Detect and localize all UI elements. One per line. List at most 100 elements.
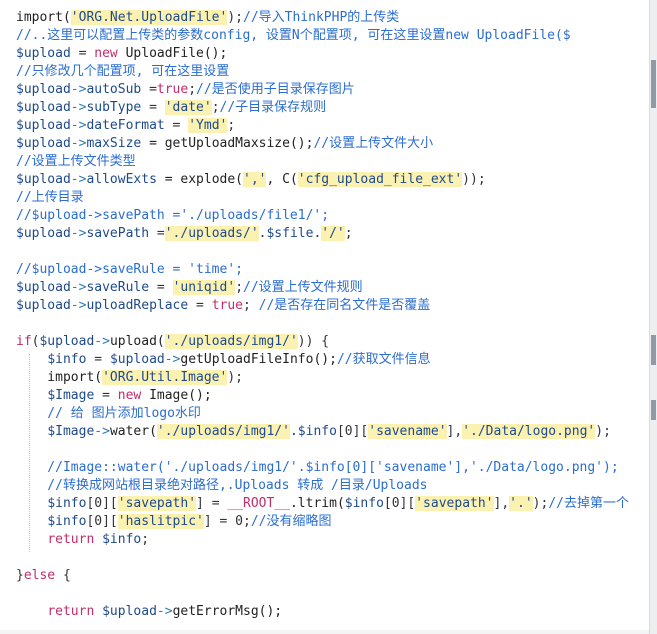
code-token: getErrorMsg(); (172, 604, 283, 619)
code-line[interactable]: //设置上传文件类型 (16, 153, 629, 171)
code-line[interactable]: $info[0]['savepath'] = __ROOT__.ltrim($i… (16, 495, 629, 513)
code-token: -> (70, 82, 87, 97)
code-token: ], (493, 496, 510, 511)
code-token: new (94, 46, 118, 61)
code-line[interactable]: $upload->autoSub =true;//是否使用子目录保存图片 (16, 81, 629, 99)
code-token: //设置上传文件类型 (16, 154, 136, 169)
code-line[interactable]: import('ORG.Net.UploadFile');//导入ThinkPH… (16, 9, 629, 27)
code-token: uploadReplace (86, 298, 189, 313)
code-line[interactable]: $upload->maxSize = getUploadMaxsize();//… (16, 135, 629, 153)
code-token: //..这里可以配置上传类的参数config, 设置N个配置项, 可在这里设置n… (16, 28, 571, 43)
code-token: = getUploadMaxsize(); (141, 136, 314, 151)
code-token: ); (595, 424, 611, 439)
code-line[interactable]: return $upload->getErrorMsg(); (16, 603, 629, 621)
code-token: //只修改几个配置项, 可在这里设置 (16, 64, 230, 79)
code-token: $info (344, 496, 384, 511)
code-line[interactable]: $upload->dateFormat = 'Ymd'; (16, 117, 629, 135)
code-line[interactable]: //$upload->savePath ='./uploads/file1/'; (16, 207, 629, 225)
code-token: ] = (196, 496, 228, 511)
code-token: $upload (16, 100, 71, 115)
code-token: //没有缩略图 (250, 514, 332, 529)
code-line[interactable]: $upload = new UploadFile(); (16, 45, 629, 63)
code-line[interactable]: $Image = new Image(); (16, 387, 629, 405)
code-token: $upload (16, 298, 71, 313)
code-token: //导入ThinkPHP的上传类 (243, 10, 400, 25)
code-token: 'savename' (368, 424, 447, 439)
code-line[interactable]: $upload->subType = 'date';//子目录保存规则 (16, 99, 629, 117)
code-line[interactable]: $info[0]['haslitpic'] = 0;//没有缩略图 (16, 513, 629, 531)
code-token: //是否使用子目录保存图片 (196, 82, 355, 97)
code-token: ); (532, 496, 549, 511)
code-line[interactable] (16, 441, 629, 459)
code-token: $info (102, 532, 142, 547)
code-line[interactable]: $info = $upload->getUploadFileInfo();//获… (16, 351, 629, 369)
code-line[interactable] (16, 585, 629, 603)
code-token: return (47, 604, 95, 619)
code-token: ; (188, 82, 197, 97)
code-token: new (117, 388, 142, 403)
code-line[interactable]: //转换成网站根目录绝对路径,.Uploads 转成 /目录/Uploads (16, 477, 629, 495)
code-token: //$upload->savePath ='./uploads/file1/'; (16, 208, 330, 223)
code-token: './uploads/' (164, 226, 259, 241)
code-line[interactable]: //..这里可以配置上传类的参数config, 设置N个配置项, 可在这里设置n… (16, 27, 629, 45)
code-content[interactable]: import('ORG.Net.UploadFile');//导入ThinkPH… (16, 9, 629, 621)
code-token: //是否存在同名文件是否覆盖 (258, 298, 431, 313)
code-line[interactable] (16, 315, 629, 333)
code-token: { (55, 568, 71, 583)
code-line[interactable]: $upload->allowExts = explode(',', C('cfg… (16, 171, 629, 189)
code-line[interactable] (16, 243, 629, 261)
code-line[interactable]: //只修改几个配置项, 可在这里设置 (16, 63, 629, 81)
code-token: -> (164, 352, 181, 367)
code-line[interactable]: // 给 图片添加logo水印 (16, 405, 629, 423)
code-token: $upload (39, 334, 95, 349)
code-token: ; (235, 280, 244, 295)
code-token: )); (462, 172, 486, 187)
code-line[interactable]: //Image::water('./uploads/img1/'.$info[0… (16, 459, 629, 477)
code-token: -> (94, 334, 110, 349)
code-token: //转换成网站根目录绝对路径,.Uploads 转成 /目录/Uploads (16, 478, 428, 493)
code-line[interactable]: //上传目录 (16, 189, 629, 207)
code-token: '.' (509, 496, 533, 511)
code-token: = (94, 388, 118, 403)
code-line[interactable] (16, 549, 629, 567)
code-line[interactable]: $upload->uploadReplace = true; //是否存在同名文… (16, 297, 629, 315)
code-token: $info (47, 352, 87, 367)
code-token: = (188, 298, 212, 313)
code-token: $upload (102, 604, 157, 619)
code-line[interactable]: return $info; (16, 531, 629, 549)
code-token: if (16, 334, 32, 349)
code-line[interactable]: $upload->saveRule = 'uniqid';//设置上传文件规则 (16, 279, 629, 297)
code-line[interactable]: //$upload->saveRule = 'time'; (16, 261, 629, 279)
code-token: $Image (47, 388, 95, 403)
code-token: $upload (109, 352, 165, 367)
code-token: maxSize (86, 136, 142, 151)
vertical-scrollbar[interactable] (649, 0, 657, 634)
code-token: = explode( (156, 172, 243, 187)
code-line[interactable]: import('ORG.Util.Image'); (16, 369, 629, 387)
code-line[interactable]: $upload->savePath ='./uploads/'.$sfile.'… (16, 225, 629, 243)
code-editor[interactable]: import('ORG.Net.UploadFile');//导入ThinkPH… (0, 0, 650, 634)
code-token: upload( (109, 334, 165, 349)
code-token: $upload (16, 136, 71, 151)
code-token: // 给 图片添加logo水印 (16, 406, 201, 421)
code-token: 'haslitpic' (117, 514, 204, 529)
code-token: [0][ (86, 514, 118, 529)
editor-bottom-edge (0, 630, 650, 634)
code-line[interactable]: if($upload->upload('./uploads/img1/')) { (16, 333, 629, 351)
code-token: [0][ (383, 496, 416, 511)
code-token: ] = 0; (203, 514, 251, 529)
code-token: $sfile (266, 226, 314, 241)
code-token: subType (86, 100, 142, 115)
code-token: //设置上传文件规则 (243, 280, 363, 295)
code-token: //获取文件信息 (336, 352, 431, 367)
code-token: './uploads/img1/' (164, 334, 298, 349)
code-line[interactable]: }else { (16, 567, 629, 585)
code-token: __ROOT__ (227, 496, 290, 511)
code-token: import( (16, 10, 71, 25)
code-token: $Image (47, 424, 95, 439)
code-line[interactable]: $Image->water('./uploads/img1/'.$info[0]… (16, 423, 629, 441)
